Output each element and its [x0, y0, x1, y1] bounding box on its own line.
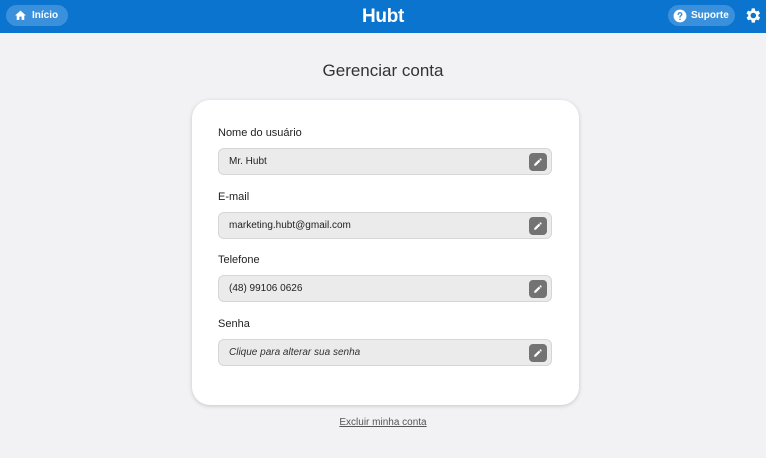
support-button[interactable]: Suporte	[668, 5, 735, 26]
phone-field-group: Telefone (48) 99106 0626	[218, 254, 552, 302]
delete-account-link[interactable]: Excluir minha conta	[0, 417, 766, 428]
edit-phone-button[interactable]	[529, 280, 547, 298]
home-icon	[15, 10, 26, 20]
password-field[interactable]: Clique para alterar sua senha	[218, 339, 552, 366]
settings-button[interactable]	[743, 6, 762, 25]
username-field-group: Nome do usuário Mr. Hubt	[218, 127, 552, 175]
logo: Hubt	[361, 5, 405, 27]
password-label: Senha	[218, 318, 250, 330]
help-circle-icon	[673, 9, 687, 22]
username-value: Mr. Hubt	[229, 156, 267, 167]
gear-icon	[746, 8, 761, 23]
edit-email-button[interactable]	[529, 217, 547, 235]
phone-label: Telefone	[218, 254, 260, 266]
pencil-icon	[534, 222, 542, 230]
phone-field[interactable]: (48) 99106 0626	[218, 275, 552, 302]
edit-username-button[interactable]	[529, 153, 547, 171]
pencil-icon	[534, 158, 542, 166]
pencil-icon	[534, 285, 542, 293]
support-button-label: Suporte	[691, 10, 729, 21]
email-value: marketing.hubt@gmail.com	[229, 220, 351, 231]
account-card: Nome do usuário Mr. Hubt E-mail marketin…	[192, 100, 579, 405]
username-label: Nome do usuário	[218, 127, 302, 139]
phone-value: (48) 99106 0626	[229, 283, 303, 294]
password-field-group: Senha Clique para alterar sua senha	[218, 318, 552, 366]
email-field-group: E-mail marketing.hubt@gmail.com	[218, 191, 552, 239]
email-label: E-mail	[218, 191, 250, 203]
edit-password-button[interactable]	[529, 344, 547, 362]
password-placeholder: Clique para alterar sua senha	[229, 347, 361, 358]
home-button-label: Início	[32, 10, 59, 21]
top-bar: Início Hubt Suporte	[0, 0, 766, 33]
pencil-icon	[534, 349, 542, 357]
page-title: Gerenciar conta	[322, 61, 444, 80]
home-button[interactable]: Início	[6, 5, 68, 26]
username-field[interactable]: Mr. Hubt	[218, 148, 552, 175]
email-field[interactable]: marketing.hubt@gmail.com	[218, 212, 552, 239]
